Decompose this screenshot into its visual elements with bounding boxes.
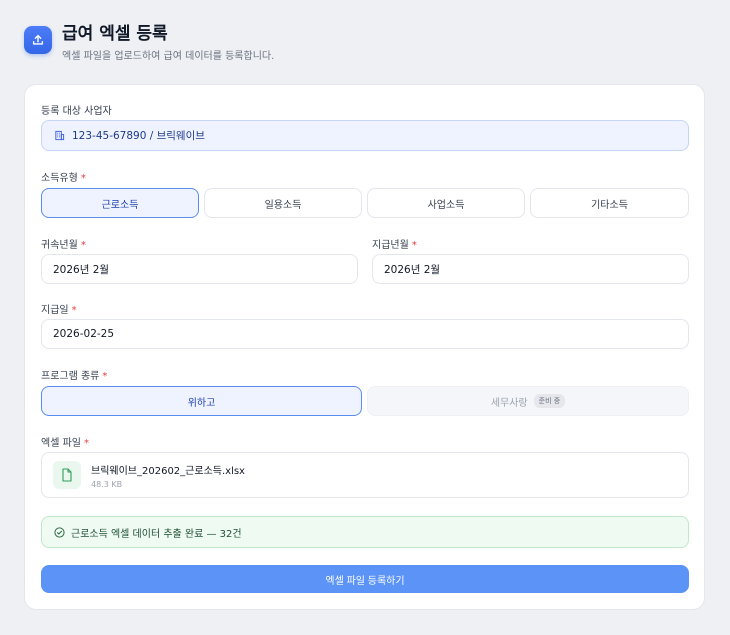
uploaded-file[interactable]: 브릭웨이브_202602_근로소득.xlsx 48.3 KB [41, 452, 689, 498]
submit-button[interactable]: 엑셀 파일 등록하기 [41, 565, 689, 593]
attribution-month-label: 귀속년월 * [41, 240, 86, 251]
program-option-semusarang: 세무사랑 준비 중 [367, 386, 689, 416]
coming-soon-badge: 준비 중 [533, 394, 566, 408]
company-display: 123-45-67890 / 브릭웨이브 [41, 120, 689, 151]
status-message: 근로소득 엑셀 데이터 추출 완료 — 32건 [71, 528, 242, 540]
file-size: 48.3 KB [91, 479, 123, 489]
building-icon [54, 130, 65, 141]
upload-icon [24, 26, 52, 54]
payment-date-input[interactable]: 2026-02-25 [41, 319, 689, 349]
program-option-wehago[interactable]: 위하고 [41, 386, 362, 416]
income-type-option-business[interactable]: 사업소득 [367, 188, 525, 218]
page-header: 급여 엑셀 등록 엑셀 파일을 업로드하여 급여 데이터를 등록합니다. [24, 24, 275, 62]
excel-file-label: 엑셀 파일 * [41, 438, 89, 449]
income-type-option-earned[interactable]: 근로소득 [41, 188, 199, 218]
check-circle-icon [54, 526, 65, 538]
registration-form: 등록 대상 사업자 123-45-67890 / 브릭웨이브 소득유형 * 근로소… [24, 84, 705, 610]
income-type-option-other[interactable]: 기타소득 [530, 188, 689, 218]
program-label: 프로그램 종류 * [41, 371, 108, 382]
income-type-label: 소득유형 * [41, 173, 86, 184]
attribution-month-input[interactable]: 2026년 2월 [41, 254, 358, 284]
income-type-option-daily[interactable]: 일용소득 [204, 188, 362, 218]
document-icon [53, 461, 81, 489]
extraction-status: 근로소득 엑셀 데이터 추출 완료 — 32건 [41, 516, 689, 548]
company-label: 등록 대상 사업자 [41, 106, 112, 117]
payment-month-label: 지급년월 * [372, 240, 417, 251]
page-title: 급여 엑셀 등록 [62, 24, 168, 44]
page-subtitle: 엑셀 파일을 업로드하여 급여 데이터를 등록합니다. [62, 51, 275, 62]
file-name: 브릭웨이브_202602_근로소득.xlsx [91, 465, 245, 477]
payment-month-input[interactable]: 2026년 2월 [372, 254, 689, 284]
payment-date-label: 지급일 * [41, 305, 77, 316]
company-value: 123-45-67890 / 브릭웨이브 [72, 130, 205, 142]
